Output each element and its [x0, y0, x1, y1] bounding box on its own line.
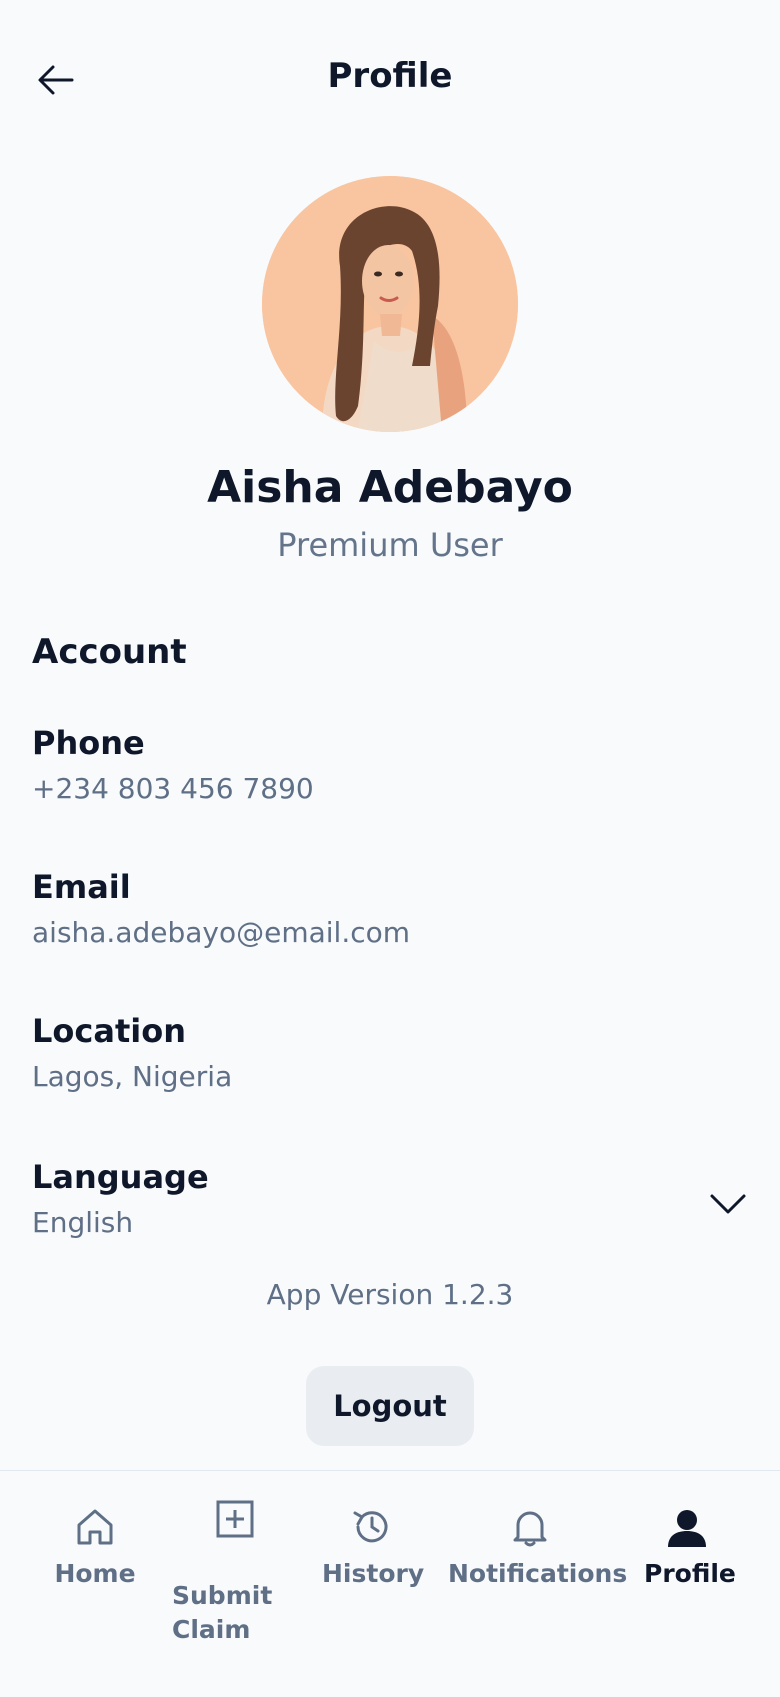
phone-label: Phone	[32, 724, 145, 762]
bell-icon	[513, 1511, 547, 1547]
language-value: English	[32, 1206, 134, 1239]
plus-square-icon	[216, 1500, 254, 1538]
profile-role: Premium User	[277, 526, 503, 564]
avatar	[262, 176, 518, 432]
bottom-tab-bar: Home Submit Claim History Notifications …	[0, 1470, 780, 1697]
logout-button[interactable]: Logout	[306, 1366, 474, 1446]
user-icon	[668, 1510, 706, 1547]
email-field: Email aisha.adebayo@email.com	[32, 868, 748, 949]
tab-home[interactable]: Home	[52, 1497, 138, 1588]
tab-profile-label: Profile	[644, 1559, 736, 1588]
home-icon	[77, 1509, 113, 1545]
header: Profile	[0, 0, 780, 160]
language-label: Language	[32, 1158, 209, 1196]
tab-history-label: History	[322, 1559, 425, 1588]
location-field: Location Lagos, Nigeria	[32, 1012, 748, 1093]
profile-name: Aisha Adebayo	[207, 462, 573, 513]
account-section-title: Account	[32, 632, 187, 672]
app-version: App Version 1.2.3	[266, 1278, 514, 1311]
email-value: aisha.adebayo@email.com	[32, 916, 411, 949]
tab-profile[interactable]: Profile	[644, 1497, 736, 1588]
history-icon	[353, 1511, 388, 1543]
tab-notifications[interactable]: Notifications	[448, 1497, 628, 1588]
chevron-down-icon[interactable]	[708, 1184, 748, 1224]
tab-history[interactable]: History	[322, 1497, 425, 1588]
page-title: Profile	[327, 56, 453, 96]
language-selector[interactable]: Language English	[32, 1158, 748, 1239]
tab-notifications-label: Notifications	[448, 1559, 628, 1588]
phone-value: +234 803 456 7890	[32, 772, 314, 805]
tab-submit-claim-label: Submit Claim	[172, 1581, 273, 1644]
tab-home-label: Home	[54, 1559, 136, 1588]
email-label: Email	[32, 868, 131, 906]
phone-field: Phone +234 803 456 7890	[32, 724, 748, 805]
location-label: Location	[32, 1012, 186, 1050]
location-value: Lagos, Nigeria	[32, 1060, 233, 1093]
